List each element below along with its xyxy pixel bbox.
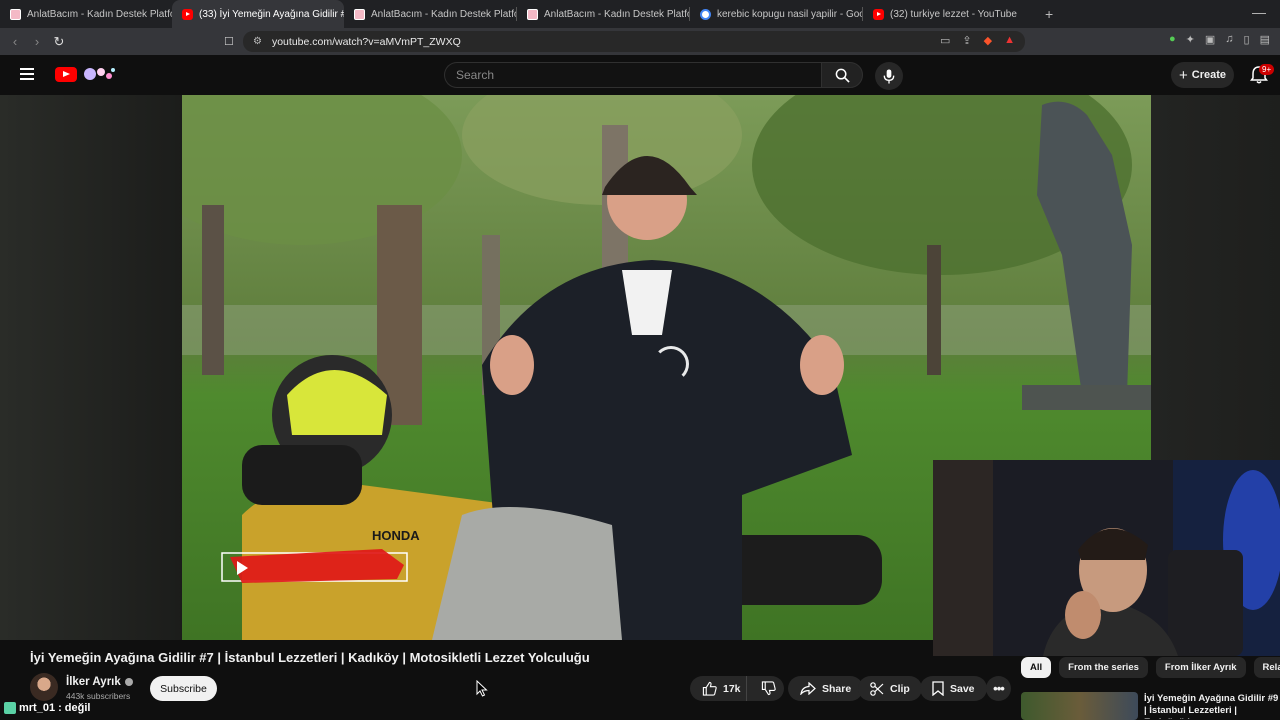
share-button[interactable]: Share (788, 676, 864, 701)
brave-shield-icon[interactable]: ◆ (984, 34, 992, 47)
youtube-logo-icon[interactable] (55, 67, 77, 82)
save-label: Save (950, 682, 975, 695)
recommended-video-thumbnail[interactable] (1021, 692, 1138, 720)
site-info-icon[interactable]: ⚙ (253, 36, 262, 47)
chat-user-icon (4, 702, 16, 714)
clip-button[interactable]: Clip (858, 676, 922, 701)
voice-search-button[interactable] (875, 62, 903, 90)
chat-username: mrt_01 (19, 702, 56, 714)
browser-tab[interactable]: AnlatBacım - Kadın Destek Platformu (344, 0, 516, 28)
url-text: youtube.com/watch?v=aMVmPT_ZWXQ (271, 35, 461, 48)
subscriber-count: 443k subscribers (66, 691, 131, 701)
share-label: Share (822, 682, 852, 695)
chip-from-the-series[interactable]: From the series (1059, 657, 1148, 678)
verified-badge-icon (124, 678, 133, 686)
like-button[interactable]: 17k (690, 676, 747, 701)
search-button[interactable] (821, 62, 863, 88)
channel-avatar[interactable] (30, 673, 58, 701)
tab-label: (33) İyi Yemeğin Ayağına Gidilir # (199, 8, 344, 20)
dislike-button[interactable] (753, 676, 784, 701)
chip-all[interactable]: All (1021, 657, 1052, 678)
chat-text: : değil (58, 702, 91, 714)
tab-label: (32) turkiye lezzet - YouTube (890, 8, 1017, 20)
more-dots-icon: ••• (993, 681, 1005, 696)
chip-from-channel[interactable]: From İlker Ayrık (1155, 657, 1246, 678)
stream-chat-message: mrt_01 : değil (4, 702, 90, 714)
screenshot-icon[interactable]: ▣ (1205, 33, 1215, 46)
wallet-icon[interactable]: ▤ (1260, 33, 1270, 46)
recommendation-chips: All From the series From İlker Ayrık Rel… (1021, 657, 1280, 678)
browser-tab[interactable]: AnlatBacım - Kadın Destek Platformu (517, 0, 689, 28)
browser-toolbar: ‹ › ↻ ☐ ⚙ youtube.com/watch?v=aMVmPT_ZWX… (0, 28, 1280, 55)
bookmark-save-icon (932, 681, 944, 696)
browser-tab[interactable]: AnlatBacım - Kadın Destek Platformu (0, 0, 172, 28)
streamer-webcam (933, 460, 1280, 656)
menu-icon[interactable] (20, 68, 34, 80)
search-input[interactable]: Search (444, 62, 821, 88)
bookmark-icon[interactable]: ☐ (224, 35, 234, 48)
browser-tab-bar: AnlatBacım - Kadın Destek Platformu (33)… (0, 0, 1280, 28)
share-arrow-icon (800, 682, 816, 695)
back-icon[interactable]: ‹ (4, 34, 26, 49)
mouse-cursor-icon (476, 680, 488, 697)
chip-related[interactable]: Rela (1253, 657, 1280, 678)
more-actions-button[interactable]: ••• (986, 676, 1011, 701)
browser-tab-active[interactable]: (33) İyi Yemeğin Ayağına Gidilir # ✕ (172, 0, 344, 28)
notifications-badge: 9+ (1259, 64, 1275, 75)
search-placeholder: Search (456, 68, 495, 82)
extensions-area: ● ✦ ▣ ♫ ▯ ▤ (1169, 33, 1270, 46)
create-button[interactable]: + Create (1171, 62, 1234, 88)
youtube-doodle-icon[interactable] (80, 65, 116, 83)
forward-icon[interactable]: › (26, 34, 48, 49)
browser-tab[interactable]: kerebic kopugu nasil yapilir - Google (690, 0, 862, 28)
webcam-frame (933, 460, 1280, 656)
clip-label: Clip (890, 682, 910, 695)
thumbs-down-icon (761, 681, 776, 696)
youtube-header: Search + Create 9+ (0, 55, 1280, 95)
tab-label: AnlatBacım - Kadın Destek Platformu (544, 8, 689, 20)
extension-icon[interactable]: ● (1169, 33, 1176, 46)
google-favicon-icon (700, 8, 711, 20)
microphone-icon (883, 68, 895, 84)
anlatbacim-favicon-icon (527, 8, 538, 20)
video-title: İyi Yemeğin Ayağına Gidilir #7 | İstanbu… (30, 650, 590, 665)
subscribe-button[interactable]: Subscribe (150, 676, 217, 701)
like-count: 17k (723, 682, 741, 695)
tab-label: AnlatBacım - Kadın Destek Platformu (27, 8, 172, 20)
thumbs-up-icon (702, 681, 717, 696)
anlatbacim-favicon-icon (10, 8, 21, 20)
tab-label: AnlatBacım - Kadın Destek Platformu (371, 8, 516, 20)
new-tab-icon[interactable]: + (1045, 6, 1053, 22)
reload-icon[interactable]: ↻ (48, 34, 70, 50)
save-button[interactable]: Save (920, 676, 987, 701)
brave-rewards-icon[interactable]: ▲ (1004, 34, 1015, 47)
create-label: Create (1191, 69, 1226, 81)
youtube-favicon-icon (182, 8, 193, 20)
scissors-icon (870, 681, 884, 696)
search-icon (835, 68, 850, 83)
media-icon[interactable]: ♫ (1225, 33, 1233, 46)
loading-spinner-icon (653, 346, 689, 382)
cast-icon[interactable]: ▭ (940, 34, 950, 47)
sidebar-toggle-icon[interactable]: ▯ (1244, 33, 1250, 46)
share-page-icon[interactable]: ⇪ (962, 34, 971, 47)
extensions-puzzle-icon[interactable]: ✦ (1186, 33, 1195, 46)
anlatbacim-favicon-icon (354, 8, 365, 20)
plus-icon: + (1178, 66, 1188, 84)
tab-label: kerebic kopugu nasil yapilir - Google (717, 8, 862, 20)
honda-logo-text: HONDA (372, 528, 420, 543)
like-dislike-group: 17k (690, 676, 784, 701)
browser-tab[interactable]: (32) turkiye lezzet - YouTube (863, 0, 1035, 28)
youtube-favicon-icon (873, 8, 884, 20)
recommended-video-title[interactable]: İyi Yemeğin Ayağına Gidilir #9 | İstanbu… (1144, 693, 1280, 719)
minimize-icon[interactable]: — (1252, 4, 1266, 20)
channel-name[interactable]: İlker Ayrık (66, 676, 133, 688)
address-bar[interactable]: ☐ ⚙ youtube.com/watch?v=aMVmPT_ZWXQ ▭ ⇪ … (224, 31, 1025, 52)
channel-name-text: İlker Ayrık (66, 676, 121, 688)
